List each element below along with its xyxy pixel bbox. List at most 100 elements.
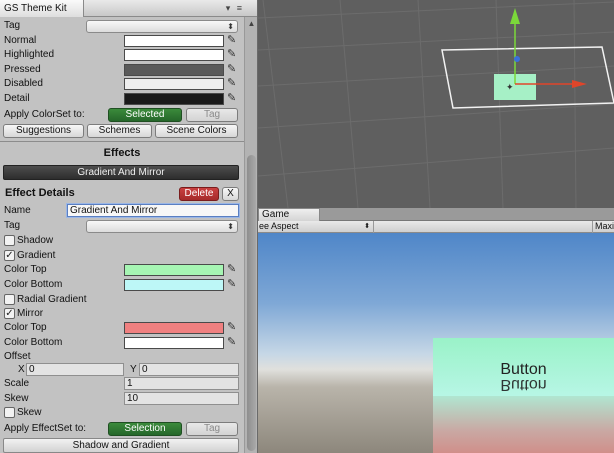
eyedropper-icon[interactable]: ✎: [227, 34, 239, 47]
eyedropper-icon[interactable]: ✎: [227, 336, 239, 349]
skew-check-row: Skew: [0, 406, 244, 420]
color-swatch[interactable]: [124, 35, 224, 47]
colorset-tag-row: Tag ⬍: [0, 19, 244, 33]
scroll-up-icon[interactable]: ▲: [246, 19, 257, 31]
color-label: Highlighted: [4, 49, 55, 60]
colorset-tag-label: Tag: [4, 20, 21, 31]
eyedropper-icon[interactable]: ✎: [227, 321, 239, 334]
effect-details-header: Effect Details Delete X: [0, 186, 244, 202]
selection-button[interactable]: Selection: [108, 422, 182, 436]
suggestions-button[interactable]: Suggestions: [3, 124, 84, 138]
shadow-checkbox[interactable]: [4, 235, 15, 246]
color-row-detail: Detail ✎: [0, 92, 244, 106]
radial-gradient-row: Radial Gradient: [0, 293, 244, 307]
ui-button-preview[interactable]: Button Button: [433, 338, 614, 453]
mirror-color-top-row: Color Top ✎: [0, 321, 244, 335]
effect-name-row: Name Gradient And Mirror: [0, 204, 244, 218]
skew-input[interactable]: 10: [124, 392, 239, 405]
shadow-row: Shadow: [0, 234, 244, 248]
scene-colors-button[interactable]: Scene Colors: [155, 124, 238, 138]
gradient-color-top-swatch[interactable]: [124, 264, 224, 276]
inspector-panel: GS Theme Kit ▾ ≡ Tag ⬍ Normal ✎ Highligh…: [0, 0, 258, 453]
game-panel: Game ee Aspect ⬍ Maxi Button Button: [258, 208, 614, 453]
aspect-label: ee Aspect: [259, 221, 299, 231]
eyedropper-icon[interactable]: ✎: [227, 48, 239, 61]
effect-name-input[interactable]: Gradient And Mirror: [67, 204, 239, 217]
gradient-color-bottom-row: Color Bottom ✎: [0, 278, 244, 292]
eyedropper-icon[interactable]: ✎: [227, 77, 239, 90]
color-row-disabled: Disabled ✎: [0, 77, 244, 91]
effects-section-title: Effects: [103, 147, 141, 159]
eyedropper-icon[interactable]: ✎: [227, 263, 239, 276]
gradient-checkbox[interactable]: ✓: [4, 250, 15, 261]
apply-colorset-label: Apply ColorSet to:: [4, 109, 85, 120]
scale-label: Scale: [4, 378, 30, 389]
color-swatch[interactable]: [124, 93, 224, 105]
maximize-on-play-button[interactable]: Maxi: [592, 221, 614, 233]
color-bottom-label: Color Bottom: [4, 279, 63, 290]
color-row-normal: Normal ✎: [0, 34, 244, 48]
effect-tag-label: Tag: [4, 220, 21, 231]
mirror-color-bottom-row: Color Bottom ✎: [0, 336, 244, 350]
shadow-label: Shadow: [17, 235, 54, 246]
color-row-pressed: Pressed ✎: [0, 63, 244, 77]
colorset-tag-dropdown[interactable]: ⬍: [86, 20, 238, 33]
tab-gs-theme-kit[interactable]: GS Theme Kit: [0, 0, 84, 17]
effect-list-item-shadow-gradient[interactable]: Shadow and Gradient: [3, 438, 239, 453]
offset-y-label: Y: [130, 364, 137, 375]
gradient-color-top-row: Color Top ✎: [0, 263, 244, 277]
gradient-color-bottom-swatch[interactable]: [124, 279, 224, 291]
color-top-label: Color Top: [4, 264, 47, 275]
offset-xy-row: X 0 Y 0: [0, 363, 244, 377]
color-swatch[interactable]: [124, 78, 224, 90]
color-bottom-label: Color Bottom: [4, 337, 63, 348]
delete-button[interactable]: Delete: [179, 187, 219, 201]
close-effect-button[interactable]: X: [222, 187, 239, 201]
window-titlebar: GS Theme Kit ▾ ≡: [0, 0, 257, 17]
radial-gradient-checkbox[interactable]: [4, 294, 15, 305]
mirror-color-top-swatch[interactable]: [124, 322, 224, 334]
dropdown-arrow-icon: ⬍: [227, 222, 234, 231]
inspector-scrollbar[interactable]: ▲: [244, 17, 257, 453]
schemes-button[interactable]: Schemes: [87, 124, 152, 138]
game-tab-bar: Game: [258, 208, 614, 221]
current-effect-bar[interactable]: Gradient And Mirror: [3, 165, 239, 180]
eyedropper-icon[interactable]: ✎: [227, 278, 239, 291]
offset-y-input[interactable]: 0: [139, 363, 239, 376]
mirror-checkbox[interactable]: ✓: [4, 308, 15, 319]
color-swatch[interactable]: [124, 64, 224, 76]
skew-checkbox[interactable]: [4, 407, 15, 418]
selected-button[interactable]: Selected: [108, 108, 182, 122]
color-top-label: Color Top: [4, 322, 47, 333]
game-viewport[interactable]: Button Button: [258, 233, 614, 453]
color-label: Disabled: [4, 78, 43, 89]
apply-effectset-row: Apply EffectSet to: Selection Tag: [0, 422, 244, 436]
mirror-color-bottom-swatch[interactable]: [124, 337, 224, 349]
colorset-tag-button[interactable]: Tag: [186, 108, 238, 122]
button-mirror-face: [433, 396, 614, 453]
eyedropper-icon[interactable]: ✎: [227, 92, 239, 105]
aspect-dropdown[interactable]: ee Aspect ⬍: [258, 221, 374, 233]
gradient-row: ✓ Gradient: [0, 249, 244, 263]
color-label: Normal: [4, 35, 37, 46]
dropdown-arrow-icon: ⬍: [227, 22, 234, 31]
tab-game[interactable]: Game: [258, 208, 320, 221]
effect-tag-dropdown[interactable]: ⬍: [86, 220, 238, 233]
game-toolbar: ee Aspect ⬍ Maxi: [258, 221, 614, 233]
scrollbar-thumb[interactable]: [247, 155, 256, 451]
effect-details-title: Effect Details: [5, 187, 75, 199]
scale-input[interactable]: 1: [124, 377, 239, 390]
dropdown-arrow-icon: ⬍: [364, 223, 370, 230]
scene-view[interactable]: ✦: [258, 0, 614, 208]
effectset-tag-button[interactable]: Tag: [186, 422, 238, 436]
effect-name-label: Name: [4, 205, 31, 216]
offset-x-input[interactable]: 0: [26, 363, 124, 376]
eyedropper-icon[interactable]: ✎: [227, 63, 239, 76]
apply-effectset-label: Apply EffectSet to:: [4, 423, 87, 434]
color-swatch[interactable]: [124, 49, 224, 61]
window-menu-icon[interactable]: ▾ ≡: [226, 3, 244, 14]
button-text-reflection: Button: [500, 376, 547, 393]
gizmo-x-arrow-icon: [572, 80, 587, 88]
apply-colorset-row: Apply ColorSet to: Selected Tag: [0, 108, 244, 122]
gradient-label: Gradient: [17, 250, 56, 261]
